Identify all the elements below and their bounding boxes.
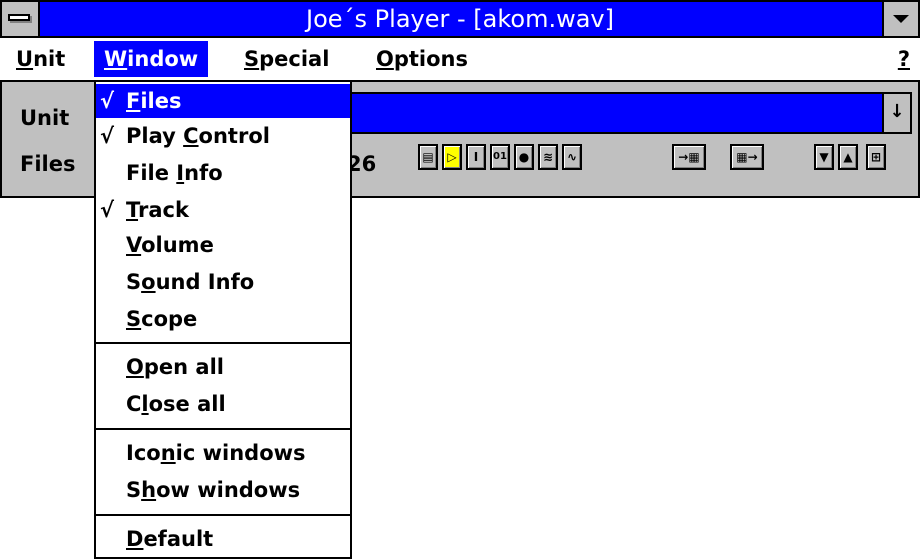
- menu-item-open-all[interactable]: Open all: [96, 350, 350, 384]
- menu-options[interactable]: Options: [366, 41, 478, 77]
- menu-window[interactable]: Window: [94, 41, 209, 77]
- minimize-button[interactable]: [882, 2, 918, 36]
- menu-special[interactable]: Special: [234, 41, 339, 77]
- files-label: Files: [20, 152, 76, 176]
- window-title: Joe´s Player - [akom.wav]: [306, 5, 614, 33]
- wave-icon[interactable]: ≋: [538, 144, 558, 170]
- check-icon: √: [100, 198, 115, 222]
- move-from-list-icon[interactable]: ▦→: [730, 144, 764, 170]
- menu-item-play-control[interactable]: √ Play Control: [96, 119, 350, 153]
- menu-item-default[interactable]: Default: [96, 522, 350, 556]
- down-arrow-icon[interactable]: ▼: [814, 144, 834, 170]
- check-icon: √: [100, 124, 115, 148]
- unit-label: Unit: [20, 106, 70, 130]
- menu-item-show-windows[interactable]: Show windows: [96, 473, 350, 507]
- record-icon[interactable]: ●: [514, 144, 534, 170]
- menu-item-sound-info[interactable]: Sound Info: [96, 265, 350, 299]
- menu-item-files[interactable]: √ Files: [96, 84, 350, 118]
- menu-separator: [96, 428, 350, 430]
- menu-separator: [96, 514, 350, 516]
- sine-icon[interactable]: ∿: [562, 144, 582, 170]
- dropdown-arrow-icon[interactable]: ↓: [882, 94, 910, 132]
- menu-bar: Unit Window Special Options ?: [0, 38, 920, 82]
- menu-item-file-info[interactable]: File Info: [96, 156, 350, 190]
- system-menu-button[interactable]: [2, 2, 40, 36]
- window-menu-dropdown: √ Files √ Play Control File Info √ Track…: [94, 82, 352, 559]
- minimize-icon: [893, 15, 909, 23]
- up-arrow-icon[interactable]: ▲: [838, 144, 858, 170]
- menu-help[interactable]: ?: [898, 41, 910, 77]
- menu-item-track[interactable]: √ Track: [96, 193, 350, 227]
- title-bar: Joe´s Player - [akom.wav]: [0, 0, 920, 38]
- list-icon[interactable]: ▤: [418, 144, 438, 170]
- menu-item-close-all[interactable]: Close all: [96, 387, 350, 421]
- counter-icon[interactable]: 01: [490, 144, 510, 170]
- system-menu-icon: [8, 14, 30, 21]
- menu-item-volume[interactable]: Volume: [96, 228, 350, 262]
- info-icon[interactable]: I: [466, 144, 486, 170]
- menu-item-scope[interactable]: Scope: [96, 302, 350, 336]
- play-icon[interactable]: ▷: [442, 144, 462, 170]
- grid-icon[interactable]: ⊞: [866, 144, 886, 170]
- menu-item-iconic-windows[interactable]: Iconic windows: [96, 436, 350, 470]
- move-to-list-icon[interactable]: →▦: [672, 144, 706, 170]
- check-icon: √: [100, 89, 115, 113]
- menu-separator: [96, 342, 350, 344]
- menu-unit[interactable]: Unit: [6, 41, 75, 77]
